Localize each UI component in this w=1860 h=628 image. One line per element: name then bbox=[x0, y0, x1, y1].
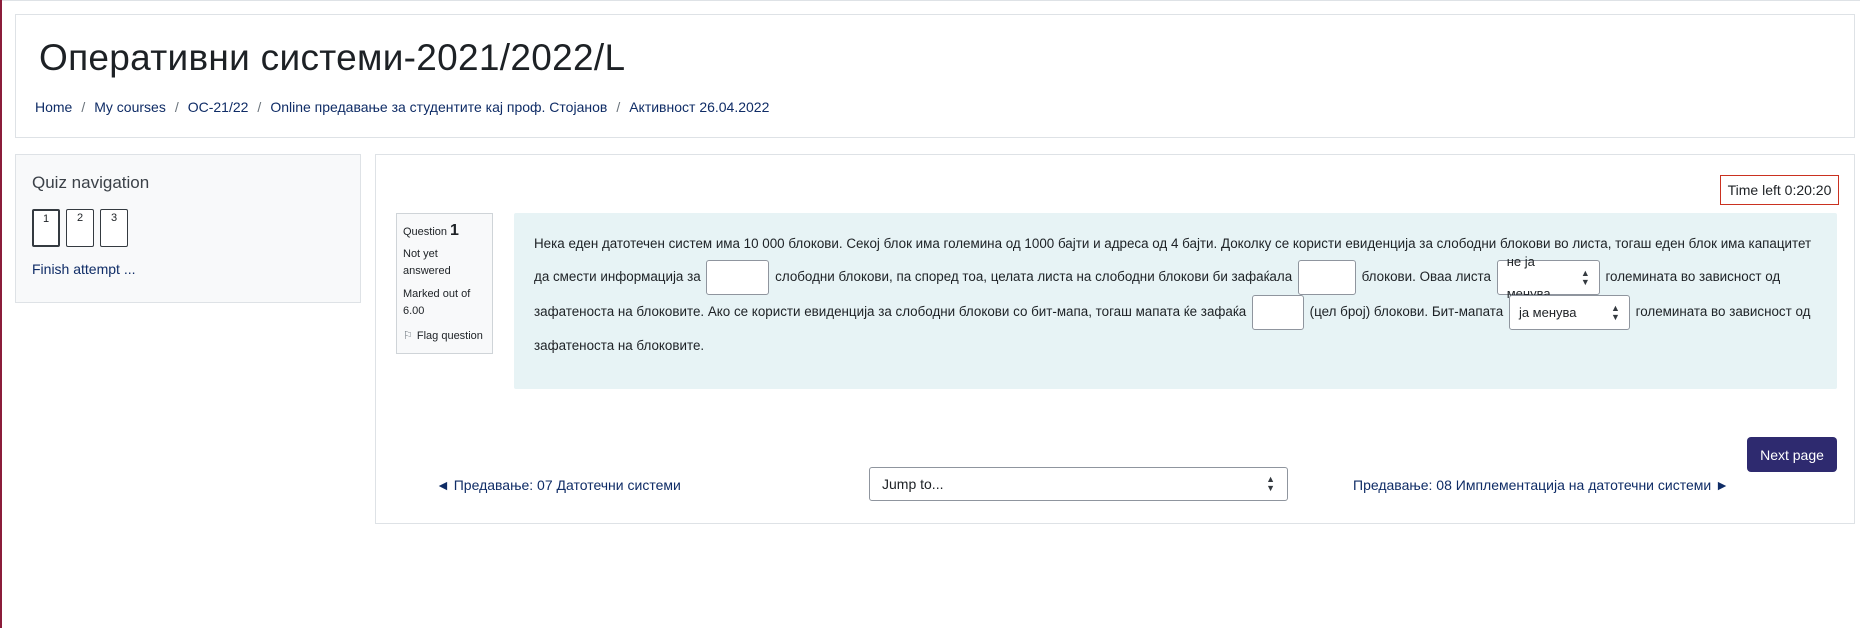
flag-question-label: Flag question bbox=[416, 329, 483, 342]
left-edge-accent bbox=[0, 0, 2, 628]
quiz-navigation-title: Quiz navigation bbox=[32, 173, 150, 192]
question-number: Question 1 bbox=[403, 222, 486, 240]
breadcrumb: Home / My courses / ОС-21/22 / Online пр… bbox=[35, 99, 769, 115]
page-title: Оперативни системи-2021/2022/L bbox=[39, 37, 626, 78]
breadcrumb-separator: / bbox=[257, 99, 262, 115]
answer-input-3[interactable] bbox=[1251, 295, 1304, 330]
question-number-value: 1 bbox=[450, 222, 459, 239]
question-button-3[interactable]: 3 bbox=[100, 209, 128, 247]
finish-attempt-link[interactable]: Finish attempt ... bbox=[32, 261, 135, 277]
top-border bbox=[0, 0, 1860, 1]
question-text-part: слободни блокови, па според тоа, целата … bbox=[775, 269, 1293, 285]
question-info: Question 1 Not yet answered Marked out of… bbox=[396, 213, 493, 354]
question-button-1[interactable]: 1 bbox=[32, 209, 60, 247]
breadcrumb-activity[interactable]: Активност 26.04.2022 bbox=[629, 99, 769, 115]
breadcrumb-home[interactable]: Home bbox=[35, 99, 72, 115]
answer-input-1[interactable] bbox=[706, 260, 770, 295]
breadcrumb-separator: / bbox=[174, 99, 179, 115]
question-grade: Marked out of 6.00 bbox=[403, 288, 471, 317]
breadcrumb-my-courses[interactable]: My courses bbox=[94, 99, 166, 115]
breadcrumb-course[interactable]: ОС-21/22 bbox=[188, 99, 249, 115]
previous-activity-link[interactable]: ◄ Предавање: 07 Датотечни системи bbox=[436, 477, 681, 493]
answer-select-2[interactable]: ја менува ▲ ▼ bbox=[1508, 295, 1630, 330]
question-text-part: блокови. Оваа листа bbox=[1361, 269, 1491, 285]
quiz-navigation-block: Quiz navigation 1 2 3 Finish attempt ... bbox=[15, 154, 361, 303]
question-buttons: 1 2 3 bbox=[32, 209, 128, 247]
answer-input-2[interactable] bbox=[1297, 260, 1356, 295]
question-formulation: Нека еден датотечен систем има 10 000 бл… bbox=[514, 213, 1837, 389]
breadcrumb-section[interactable]: Online предавање за студентите кај проф.… bbox=[270, 99, 607, 115]
select-caret-icon: ▲ ▼ bbox=[1266, 474, 1275, 493]
question-state: Not yet answered bbox=[403, 248, 451, 277]
quiz-timer: Time left 0:20:20 bbox=[1720, 175, 1839, 205]
select-caret-icon: ▲ ▼ bbox=[1580, 267, 1590, 287]
question-button-2[interactable]: 2 bbox=[66, 209, 94, 247]
question-label: Question bbox=[403, 226, 448, 238]
answer-select-2-value: ја менува bbox=[1518, 304, 1577, 320]
flag-question-button[interactable]: ⚐ Flag question bbox=[403, 329, 486, 343]
next-page-button[interactable]: Next page bbox=[1747, 437, 1837, 472]
jump-to-select[interactable]: Jump to... ▲ ▼ bbox=[869, 467, 1288, 501]
question-text: Нека еден датотечен систем има 10 000 бл… bbox=[534, 228, 1817, 362]
next-activity-link[interactable]: Предавање: 08 Имплементација на датотечн… bbox=[1353, 477, 1729, 493]
quiz-main-region: Time left 0:20:20 Question 1 Not yet answ… bbox=[375, 154, 1855, 524]
select-caret-icon: ▲ ▼ bbox=[1611, 302, 1620, 322]
breadcrumb-separator: / bbox=[81, 99, 86, 115]
flag-icon: ⚐ bbox=[403, 330, 413, 342]
page-header: Оперативни системи-2021/2022/L Home / My… bbox=[15, 14, 1855, 138]
jump-to-placeholder: Jump to... bbox=[882, 476, 944, 492]
question-text-part: (цел број) блокови. Бит-мапата bbox=[1309, 304, 1504, 320]
answer-select-1[interactable]: не ја менува ▲ ▼ bbox=[1496, 254, 1600, 301]
breadcrumb-separator: / bbox=[616, 99, 621, 115]
